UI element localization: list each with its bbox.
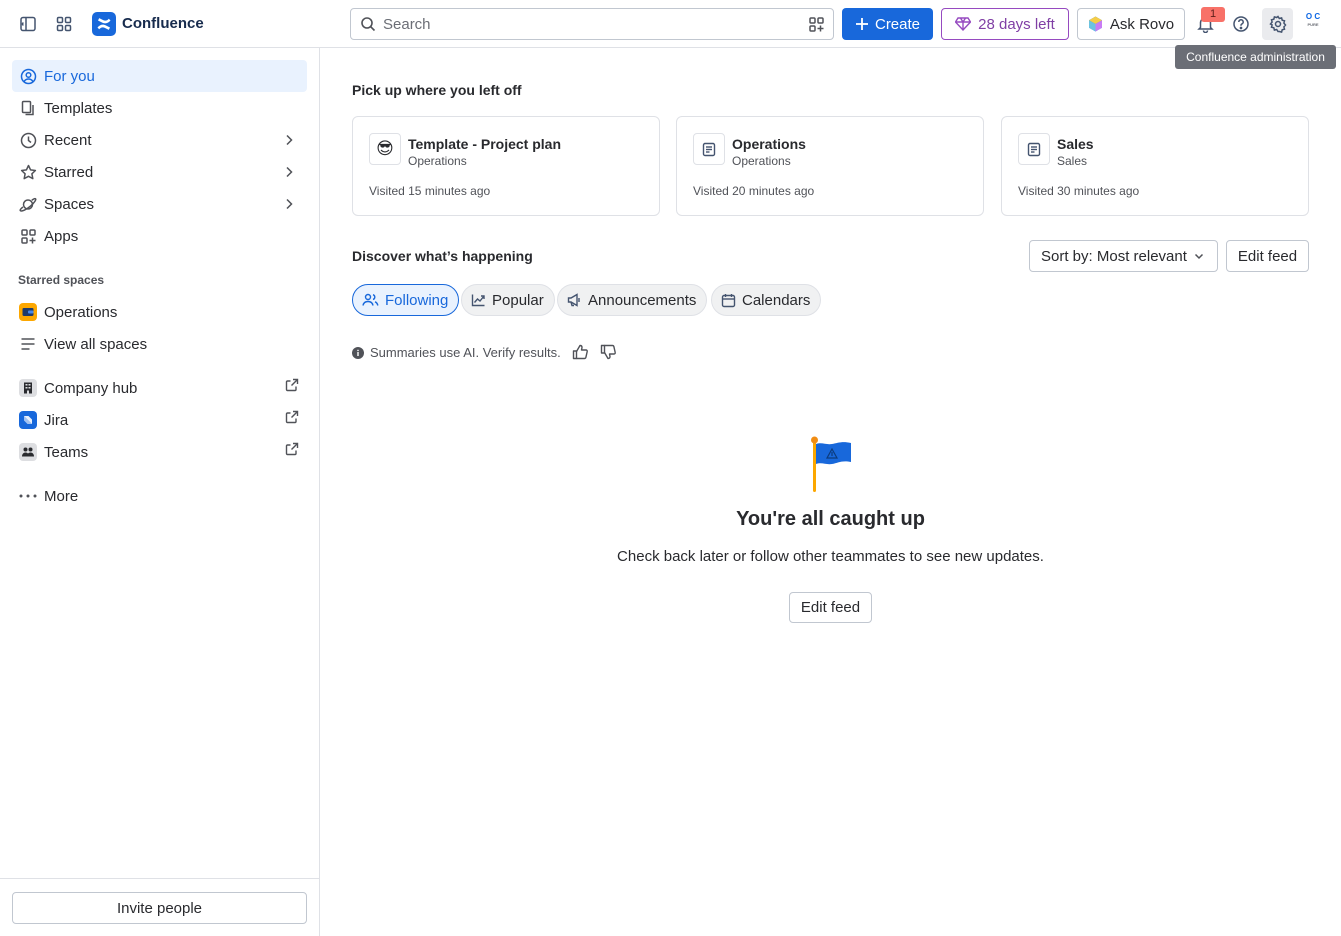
- tab-calendars[interactable]: Calendars: [711, 284, 822, 316]
- thumbs-up-icon[interactable]: [572, 344, 589, 360]
- invite-people-button[interactable]: Invite people: [12, 892, 307, 924]
- card-space: Operations: [732, 154, 791, 168]
- recent-card[interactable]: Operations Operations Visited 20 minutes…: [676, 116, 984, 216]
- card-visited: Visited 20 minutes ago: [693, 184, 815, 198]
- sidebar-item-spaces[interactable]: Spaces: [12, 188, 307, 220]
- more-icon: [19, 487, 37, 505]
- megaphone-icon: [567, 293, 582, 307]
- tab-announcements[interactable]: Announcements: [557, 284, 708, 316]
- trend-icon: [471, 293, 486, 307]
- external-link-icon: [285, 378, 299, 392]
- recent-card[interactable]: 😎 Template - Project plan Operations Vis…: [352, 116, 660, 216]
- sidebar: For you Templates Recent Starred Spaces …: [0, 48, 320, 936]
- create-button[interactable]: Create: [842, 8, 933, 40]
- help-icon[interactable]: [1229, 12, 1253, 36]
- list-icon: [19, 335, 37, 353]
- brand-name[interactable]: Confluence: [122, 15, 204, 32]
- sidebar-item-view-all-spaces[interactable]: View all spaces: [12, 328, 307, 360]
- card-visited: Visited 30 minutes ago: [1018, 184, 1140, 198]
- external-link-icon: [285, 410, 299, 424]
- edit-feed-button[interactable]: Edit feed: [1226, 240, 1309, 272]
- empty-state-subtitle: Check back later or follow other teammat…: [617, 548, 1044, 565]
- search-input[interactable]: [383, 9, 803, 39]
- settings-button[interactable]: [1262, 8, 1293, 40]
- space-icon: [19, 303, 37, 321]
- edit-feed-button[interactable]: Edit feed: [789, 592, 872, 623]
- calendar-icon: [721, 293, 736, 308]
- jira-icon: [19, 411, 37, 429]
- admin-tooltip: Confluence administration: [1175, 45, 1336, 69]
- sidebar-item-recent[interactable]: Recent: [12, 124, 307, 156]
- star-icon: [19, 163, 37, 181]
- sidebar-footer: Invite people: [0, 878, 319, 936]
- sort-label: Sort by: Most relevant: [1041, 247, 1187, 265]
- external-link-icon: [285, 442, 299, 456]
- filter-icon[interactable]: [808, 16, 825, 33]
- ai-summary-note: Summaries use AI. Verify results.: [352, 345, 561, 360]
- card-space: Operations: [408, 154, 467, 168]
- info-icon: [352, 346, 364, 359]
- recent-card[interactable]: Sales Sales Visited 30 minutes ago: [1001, 116, 1309, 216]
- sidebar-item-jira[interactable]: Jira: [12, 404, 307, 436]
- flag-icon: [808, 436, 854, 494]
- card-title: Operations: [732, 136, 806, 152]
- planet-icon: [19, 195, 37, 213]
- sidebar-item-company-hub[interactable]: Company hub: [12, 372, 307, 404]
- sidebar-item-operations-space[interactable]: Operations: [12, 296, 307, 328]
- card-title: Template - Project plan: [408, 136, 561, 152]
- gear-icon: [1268, 15, 1287, 33]
- building-icon: [19, 379, 37, 397]
- ask-rovo-button[interactable]: Ask Rovo: [1077, 8, 1185, 40]
- card-title: Sales: [1057, 136, 1094, 152]
- people-icon: [362, 293, 379, 307]
- plus-icon: [855, 17, 869, 31]
- card-space: Sales: [1057, 154, 1088, 168]
- thumbs-down-icon[interactable]: [600, 344, 617, 360]
- rovo-icon: [1088, 16, 1103, 32]
- trial-label: 28 days left: [978, 15, 1055, 33]
- template-icon: [19, 99, 37, 117]
- tab-following[interactable]: Following: [352, 284, 460, 316]
- pickup-heading: Pick up where you left off: [352, 82, 522, 98]
- clock-icon: [19, 131, 37, 149]
- sidebar-toggle-icon[interactable]: [16, 12, 40, 36]
- sidebar-item-for-you[interactable]: For you: [12, 60, 307, 92]
- sidebar-item-templates[interactable]: Templates: [12, 92, 307, 124]
- sunglasses-emoji-icon: 😎: [369, 133, 401, 165]
- confluence-logo[interactable]: [92, 12, 116, 36]
- chevron-right-icon[interactable]: [281, 132, 297, 148]
- user-circle-icon: [19, 67, 37, 85]
- notification-badge: 1: [1201, 7, 1225, 22]
- sidebar-item-starred[interactable]: Starred: [12, 156, 307, 188]
- top-navigation-bar: Confluence Create 28 days left Ask Rovo …: [0, 0, 1341, 48]
- app-switcher-icon[interactable]: [52, 12, 76, 36]
- card-visited: Visited 15 minutes ago: [369, 184, 491, 198]
- rovo-label: Ask Rovo: [1109, 15, 1175, 33]
- chevron-right-icon[interactable]: [281, 164, 297, 180]
- sidebar-item-apps[interactable]: Apps: [12, 220, 307, 252]
- avatar[interactable]: O C PURE: [1300, 12, 1326, 36]
- search-box[interactable]: [350, 8, 834, 40]
- page-icon: [693, 133, 725, 165]
- sidebar-item-teams[interactable]: Teams: [12, 436, 307, 468]
- search-icon: [360, 16, 377, 33]
- chevron-down-icon: [1193, 250, 1205, 262]
- create-label: Create: [874, 15, 921, 33]
- sort-dropdown[interactable]: Sort by: Most relevant: [1029, 240, 1218, 272]
- starred-spaces-heading: Starred spaces: [18, 273, 105, 287]
- apps-icon: [19, 227, 37, 245]
- trial-button[interactable]: 28 days left: [941, 8, 1069, 40]
- diamond-icon: [955, 17, 972, 31]
- empty-state-title: You're all caught up: [736, 508, 925, 530]
- chevron-right-icon[interactable]: [281, 196, 297, 212]
- teams-icon: [19, 443, 37, 461]
- discover-heading: Discover what’s happening: [352, 248, 533, 264]
- page-icon: [1018, 133, 1050, 165]
- tab-popular[interactable]: Popular: [461, 284, 555, 316]
